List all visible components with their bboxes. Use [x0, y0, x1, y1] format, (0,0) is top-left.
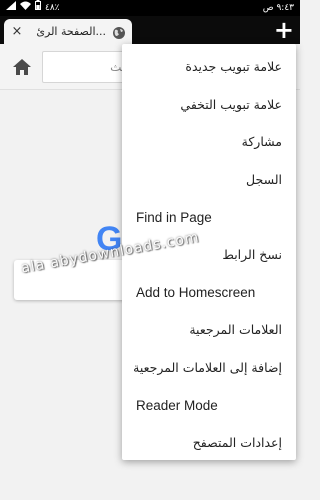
menu-item[interactable]: مشاركة	[122, 123, 296, 161]
battery-icon	[35, 0, 41, 16]
signal-icon	[6, 0, 16, 16]
home-icon[interactable]	[10, 55, 34, 79]
globe-icon	[112, 25, 126, 39]
tab-title: الصفحة الرئ...	[36, 25, 106, 38]
menu-item[interactable]: Find in Page	[122, 198, 296, 236]
menu-item[interactable]: إعدادات المتصفح	[122, 424, 296, 462]
menu-item[interactable]: العلامات المرجعية	[122, 311, 296, 349]
status-icons: ٤٨٪	[6, 0, 60, 16]
tab-strip: × الصفحة الرئ... +	[0, 16, 300, 44]
close-icon[interactable]: ×	[10, 24, 24, 39]
menu-item[interactable]: السجل	[122, 161, 296, 199]
menu-item[interactable]: إضافة إلى العلامات المرجعية	[122, 349, 296, 387]
tab-home[interactable]: × الصفحة الرئ...	[4, 19, 132, 44]
menu-item[interactable]: علامة تبويب جديدة	[122, 48, 296, 86]
battery-percent: ٤٨٪	[45, 3, 60, 13]
status-bar: ٤٨٪ ٩:٤٣ ص	[0, 0, 300, 16]
new-tab-button[interactable]: +	[274, 18, 294, 42]
menu-item[interactable]: Add to Homescreen	[122, 274, 296, 312]
menu-item[interactable]: علامة تبويب التخفي	[122, 86, 296, 124]
wifi-icon	[20, 0, 31, 16]
status-time: ٩:٤٣ ص	[262, 3, 294, 13]
menu-item[interactable]: Reader Mode	[122, 386, 296, 424]
